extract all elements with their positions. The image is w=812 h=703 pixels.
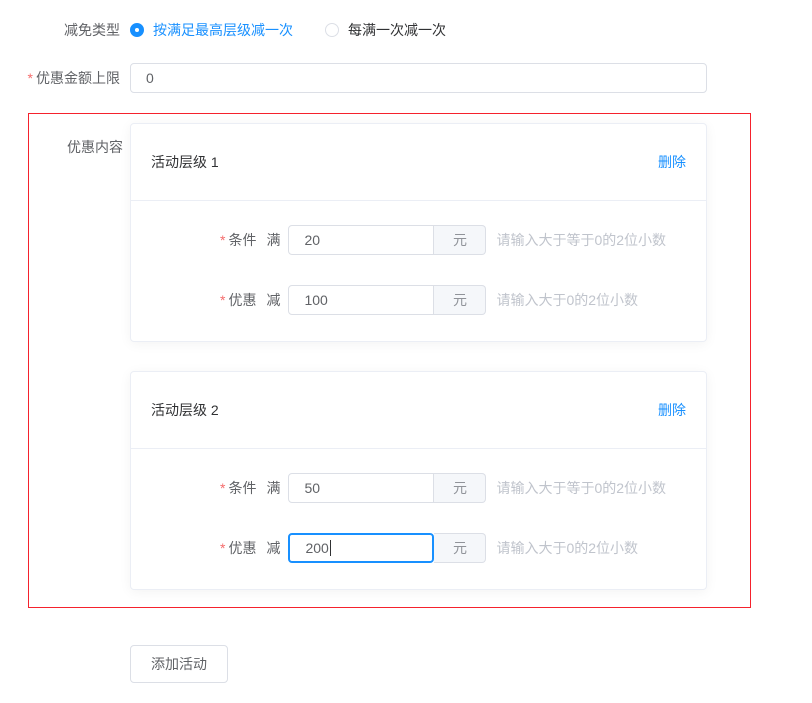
amount-input[interactable] [288, 473, 434, 503]
tier-rows: * 条件 满 元 请输入大于等于0的2位小数 * 优惠 减 元 请输入大于0的2… [131, 201, 706, 341]
field-hint: 请输入大于等于0的2位小数 [496, 478, 666, 498]
unit-suffix: 元 [434, 225, 486, 255]
tier-field-row: * 优惠 减 元 请输入大于0的2位小数 [131, 285, 706, 315]
promotion-form: 减免类型 按满足最高层级减一次 每满一次减一次 *优惠金额上限 优惠内容 活动层… [0, 0, 812, 683]
discount-cap-label: *优惠金额上限 [0, 68, 120, 88]
input-group: 元 [288, 533, 486, 563]
field-label: 条件 [228, 478, 256, 498]
input-group: 元 [288, 473, 486, 503]
amount-input-wrap [288, 285, 434, 315]
discount-cap-input[interactable] [130, 63, 707, 93]
text-cursor-icon [330, 540, 331, 556]
required-star: * [220, 480, 225, 496]
amount-input[interactable] [288, 533, 434, 563]
tier-field-row: * 条件 满 元 请输入大于等于0的2位小数 [131, 473, 706, 503]
tier-title: 活动层级 1 [151, 152, 219, 172]
discount-cap-row: *优惠金额上限 [0, 63, 812, 93]
unit-suffix: 元 [434, 473, 486, 503]
tier-list: 活动层级 1 删除 * 条件 满 元 请输入大于等于0的2位小数 * 优惠 减 … [130, 123, 707, 590]
tier-rows: * 条件 满 元 请输入大于等于0的2位小数 * 优惠 减 元 请输入大于0的2… [131, 449, 706, 589]
input-group: 元 [288, 225, 486, 255]
radio-option-label[interactable]: 每满一次减一次 [348, 20, 446, 40]
field-prefix: 满 [266, 230, 280, 250]
discount-content-section: 优惠内容 活动层级 1 删除 * 条件 满 元 请输入大于等于0的2位小数 * … [28, 113, 751, 608]
field-label: 优惠 [228, 538, 256, 558]
required-star: * [220, 292, 225, 308]
input-group: 元 [288, 285, 486, 315]
reduction-type-label: 减免类型 [0, 20, 120, 40]
radio-option[interactable]: 每满一次减一次 [325, 20, 446, 40]
tier-card: 活动层级 2 删除 * 条件 满 元 请输入大于等于0的2位小数 * 优惠 减 … [130, 371, 707, 590]
add-activity-button[interactable]: 添加活动 [130, 645, 228, 683]
radio-option[interactable]: 按满足最高层级减一次 [130, 20, 293, 40]
required-star: * [28, 70, 33, 86]
reduction-type-radio-group: 按满足最高层级减一次 每满一次减一次 [130, 20, 446, 40]
field-prefix: 减 [266, 290, 280, 310]
field-label: 条件 [228, 230, 256, 250]
tier-header: 活动层级 1 删除 [131, 124, 706, 201]
field-label: 优惠 [228, 290, 256, 310]
tier-delete-link[interactable]: 删除 [658, 152, 686, 172]
amount-input-wrap [288, 225, 434, 255]
discount-cap-label-text: 优惠金额上限 [36, 70, 120, 86]
tier-header: 活动层级 2 删除 [131, 372, 706, 449]
tier-field-row: * 优惠 减 元 请输入大于0的2位小数 [131, 533, 706, 563]
field-hint: 请输入大于0的2位小数 [496, 290, 638, 310]
tier-delete-link[interactable]: 删除 [658, 400, 686, 420]
field-hint: 请输入大于0的2位小数 [496, 538, 638, 558]
radio-dot [135, 28, 139, 32]
radio-option-label[interactable]: 按满足最高层级减一次 [153, 20, 293, 40]
field-hint: 请输入大于等于0的2位小数 [496, 230, 666, 250]
required-star: * [220, 540, 225, 556]
tier-field-row: * 条件 满 元 请输入大于等于0的2位小数 [131, 225, 706, 255]
tier-title: 活动层级 2 [151, 400, 219, 420]
required-star: * [220, 232, 225, 248]
radio-icon[interactable] [325, 23, 339, 37]
discount-content-label: 优惠内容 [29, 123, 123, 590]
field-prefix: 减 [266, 538, 280, 558]
amount-input[interactable] [288, 285, 434, 315]
amount-input-wrap [288, 473, 434, 503]
radio-icon[interactable] [130, 23, 144, 37]
amount-input-wrap [288, 533, 434, 563]
amount-input[interactable] [288, 225, 434, 255]
unit-suffix: 元 [434, 285, 486, 315]
field-prefix: 满 [266, 478, 280, 498]
unit-suffix: 元 [434, 533, 486, 563]
tier-card: 活动层级 1 删除 * 条件 满 元 请输入大于等于0的2位小数 * 优惠 减 … [130, 123, 707, 342]
reduction-type-row: 减免类型 按满足最高层级减一次 每满一次减一次 [0, 20, 812, 40]
